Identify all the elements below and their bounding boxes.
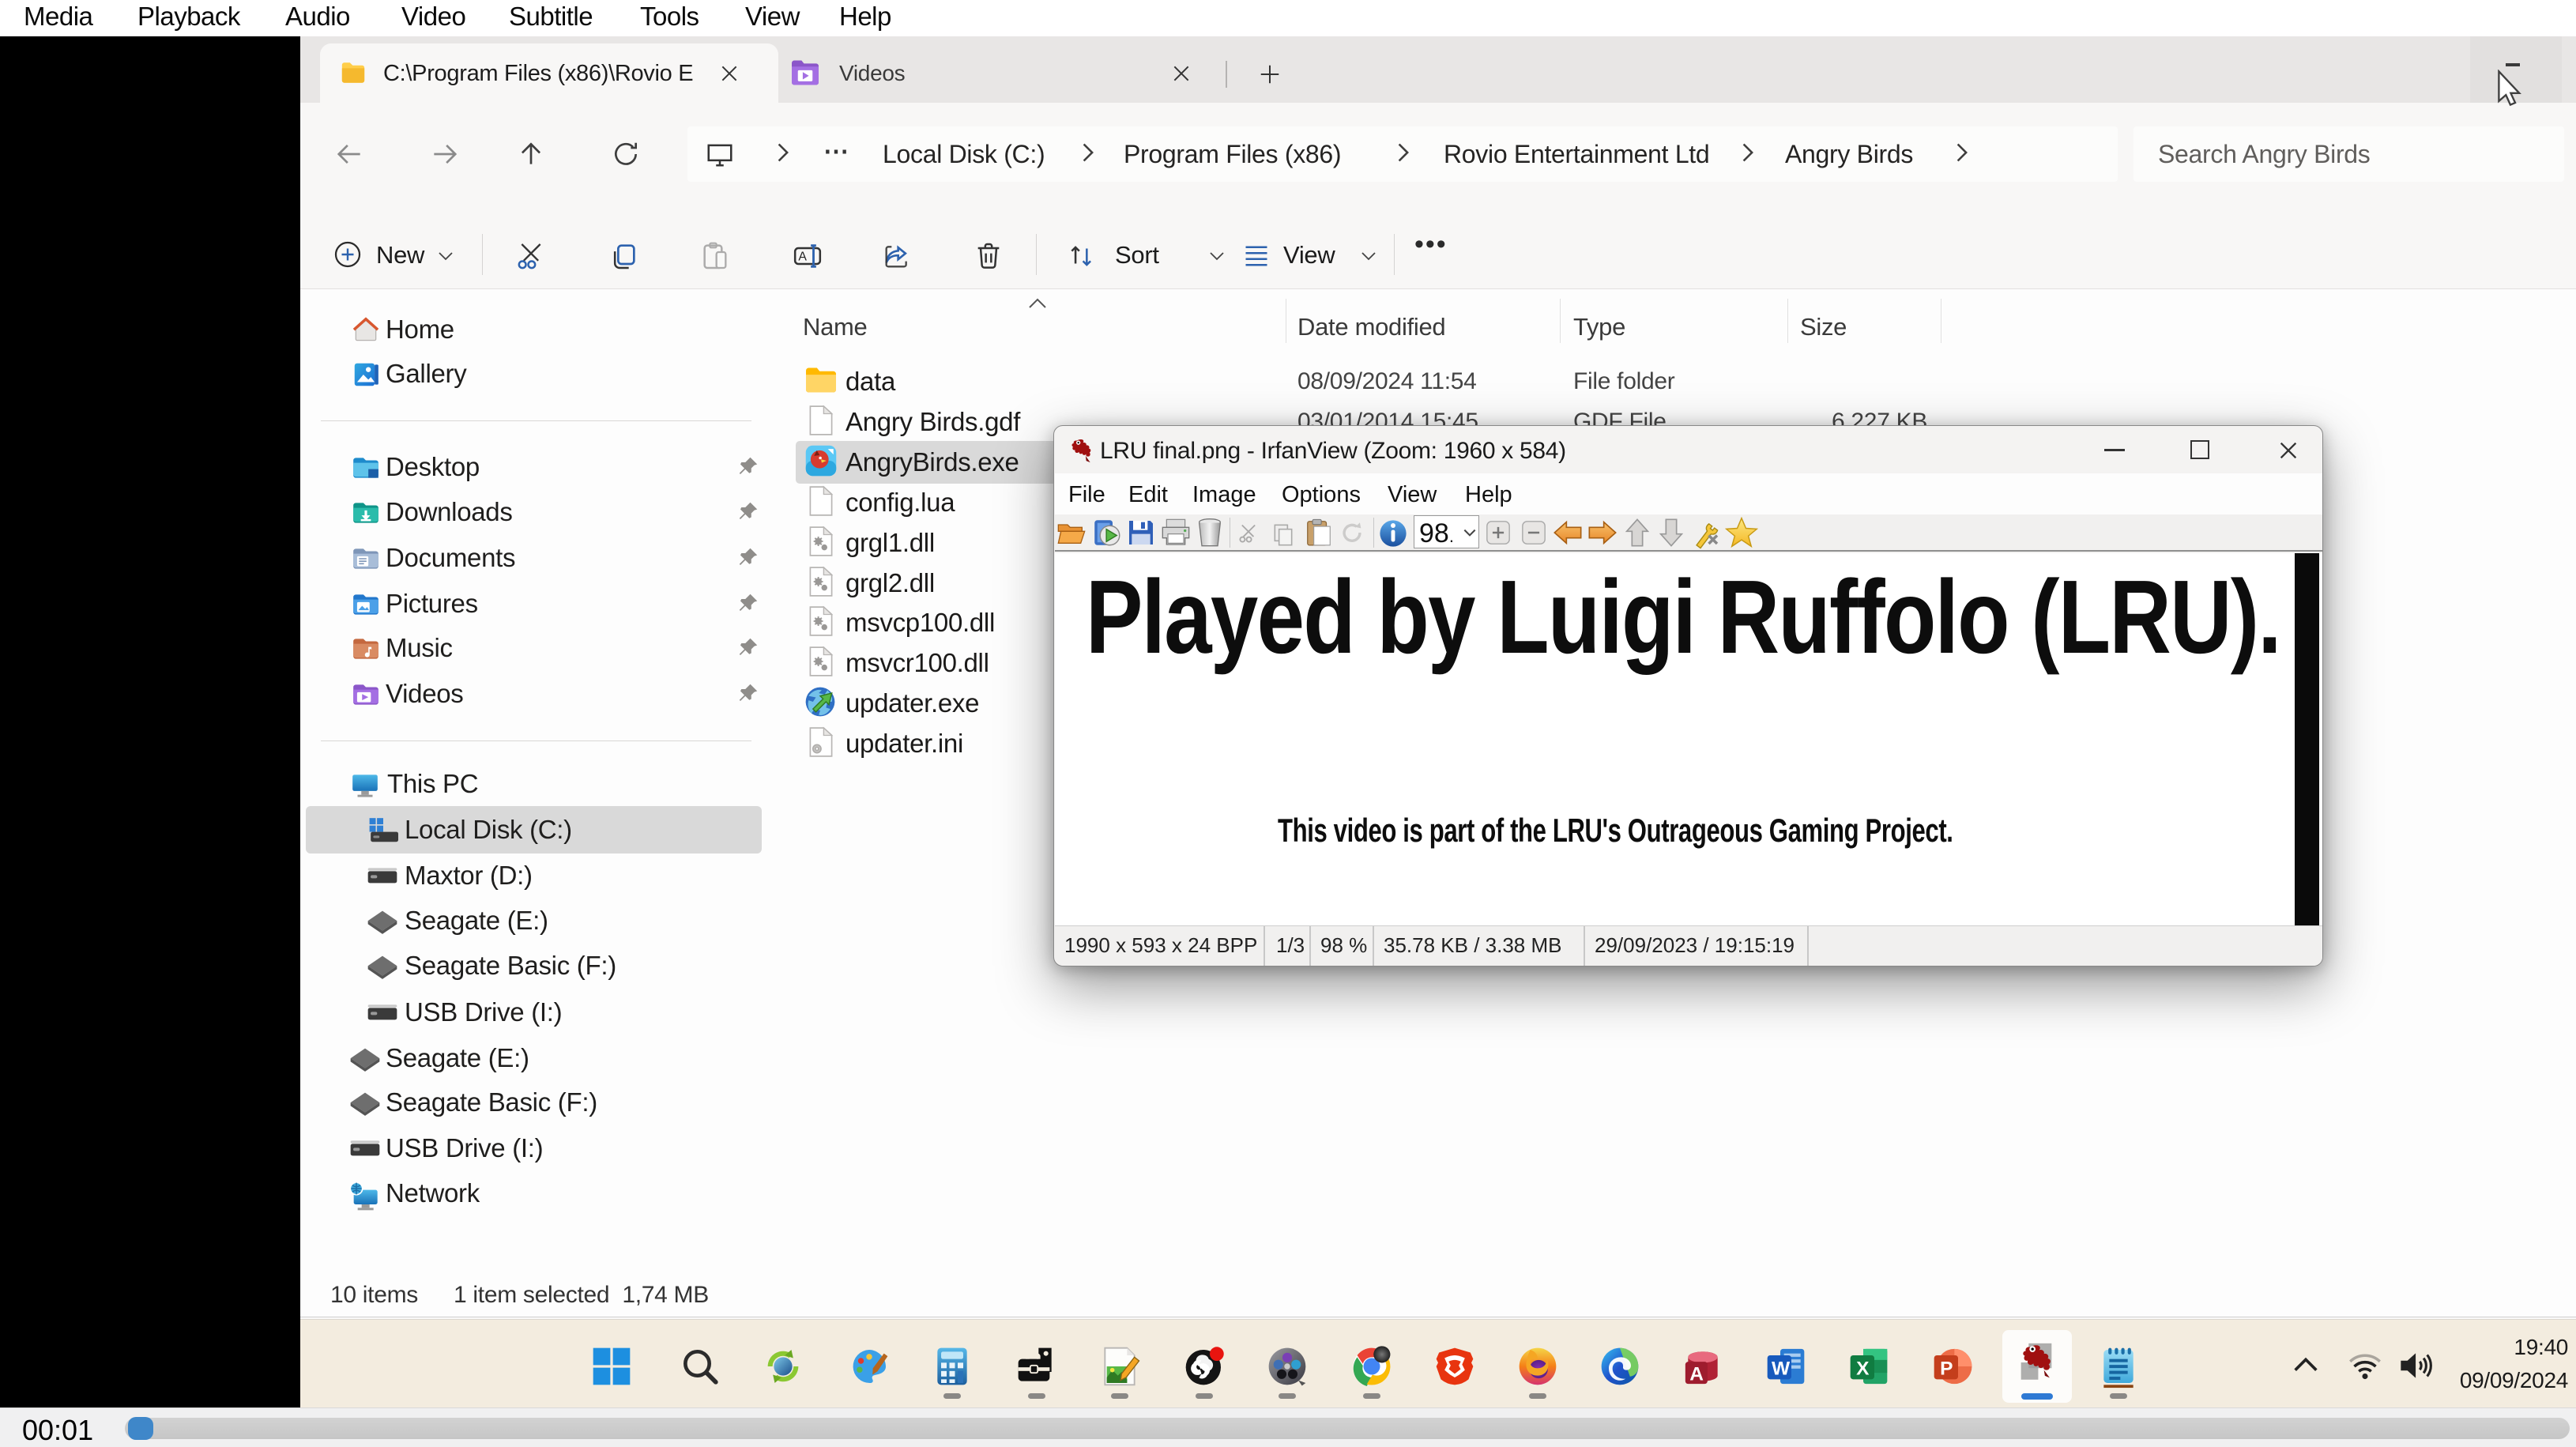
svg-text:W: W	[1772, 1358, 1791, 1380]
svg-text:A: A	[798, 251, 807, 264]
svg-text:P: P	[1940, 1358, 1953, 1380]
svg-text:X: X	[1856, 1358, 1870, 1380]
svg-text:A: A	[1689, 1364, 1704, 1385]
